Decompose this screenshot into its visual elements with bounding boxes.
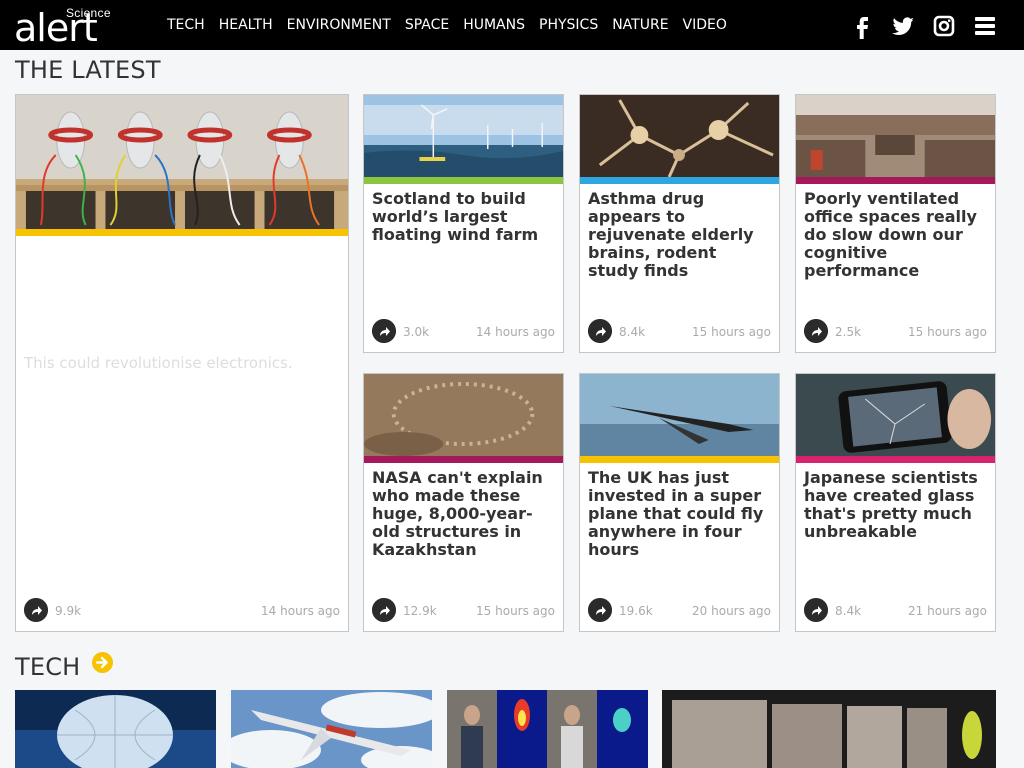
article-footer: 9.9k 14 hours ago (24, 598, 340, 622)
arrow-right-icon[interactable] (92, 652, 114, 673)
latest-section-title: THE LATEST (15, 56, 161, 84)
main-nav: TECH HEALTH ENVIRONMENT SPACE HUMANS PHY… (167, 17, 741, 33)
share-icon[interactable] (804, 598, 828, 622)
article-footer: 8.4k 21 hours ago (804, 598, 987, 622)
top-navigation-bar: Science alert TECH HEALTH ENVIRONMENT SP… (0, 0, 1024, 50)
article-card[interactable]: Poorly ventilated office spaces really d… (795, 94, 996, 353)
share-count: 9.9k (55, 604, 82, 618)
nav-nature[interactable]: NATURE (612, 17, 668, 33)
facebook-icon[interactable] (849, 13, 875, 39)
article-title[interactable]: Scotland to build world’s largest floati… (372, 190, 555, 244)
published-time: 20 hours ago (692, 604, 771, 618)
nav-health[interactable]: HEALTH (219, 17, 273, 33)
twitter-icon[interactable] (890, 13, 916, 39)
category-stripe (796, 456, 995, 463)
category-stripe (580, 456, 779, 463)
featured-article-subtitle: This could revolutionise electronics. (24, 354, 293, 372)
social-links (834, 13, 998, 39)
article-card[interactable]: The UK has just invested in a super plan… (579, 373, 780, 632)
category-stripe (16, 229, 348, 236)
article-image (796, 95, 995, 177)
article-title[interactable]: Poorly ventilated office spaces really d… (804, 190, 987, 280)
nav-humans[interactable]: HUMANS (463, 17, 525, 33)
article-card[interactable]: Japanese scientists have created glass t… (795, 373, 996, 632)
article-image (580, 374, 779, 456)
share-icon[interactable] (372, 319, 396, 343)
sciencealert-logo[interactable]: Science alert (14, 6, 146, 50)
share-count: 12.9k (403, 604, 437, 618)
published-time: 21 hours ago (908, 604, 987, 618)
nav-physics[interactable]: PHYSICS (539, 17, 598, 33)
share-count: 3.0k (403, 325, 430, 339)
tech-article-image[interactable] (662, 690, 996, 768)
article-card[interactable]: Scotland to build world’s largest floati… (363, 94, 564, 353)
tech-article-image[interactable] (447, 690, 648, 768)
featured-article-card[interactable]: This could revolutionise electronics. 9.… (15, 94, 349, 632)
article-image (796, 374, 995, 456)
article-card[interactable]: Asthma drug appears to rejuvenate elderl… (579, 94, 780, 353)
category-stripe (364, 456, 563, 463)
tech-section-heading[interactable]: TECH (15, 652, 114, 681)
article-footer: 2.5k 15 hours ago (804, 319, 987, 343)
instagram-icon[interactable] (931, 13, 957, 39)
article-footer: 19.6k 20 hours ago (588, 598, 771, 622)
article-title[interactable]: Japanese scientists have created glass t… (804, 469, 987, 541)
tech-article-image[interactable] (15, 690, 216, 768)
nav-space[interactable]: SPACE (405, 17, 449, 33)
share-icon[interactable] (588, 598, 612, 622)
menu-icon[interactable] (972, 13, 998, 39)
nav-tech[interactable]: TECH (167, 17, 205, 33)
share-icon[interactable] (804, 319, 828, 343)
article-title[interactable]: Asthma drug appears to rejuvenate elderl… (588, 190, 771, 280)
share-count: 2.5k (835, 325, 862, 339)
article-footer: 12.9k 15 hours ago (372, 598, 555, 622)
article-footer: 3.0k 14 hours ago (372, 319, 555, 343)
nav-video[interactable]: VIDEO (683, 17, 727, 33)
article-card[interactable]: NASA can't explain who made these huge, … (363, 373, 564, 632)
logo-big-text: alert (14, 6, 98, 50)
article-title[interactable]: The UK has just invested in a super plan… (588, 469, 771, 559)
article-image (364, 374, 563, 456)
category-stripe (580, 177, 779, 184)
published-time: 14 hours ago (261, 604, 340, 618)
share-icon[interactable] (24, 598, 48, 622)
share-count: 8.4k (835, 604, 862, 618)
share-count: 8.4k (619, 325, 646, 339)
featured-article-image (16, 95, 348, 229)
published-time: 15 hours ago (692, 325, 771, 339)
nav-environment[interactable]: ENVIRONMENT (287, 17, 391, 33)
share-icon[interactable] (588, 319, 612, 343)
published-time: 15 hours ago (908, 325, 987, 339)
article-image (364, 95, 563, 177)
published-time: 14 hours ago (476, 325, 555, 339)
tech-article-image[interactable] (231, 690, 432, 768)
article-title[interactable]: NASA can't explain who made these huge, … (372, 469, 555, 559)
article-image (580, 95, 779, 177)
tech-section-title: TECH (15, 653, 81, 681)
category-stripe (364, 177, 563, 184)
published-time: 15 hours ago (476, 604, 555, 618)
article-footer: 8.4k 15 hours ago (588, 319, 771, 343)
category-stripe (796, 177, 995, 184)
share-count: 19.6k (619, 604, 653, 618)
share-icon[interactable] (372, 598, 396, 622)
